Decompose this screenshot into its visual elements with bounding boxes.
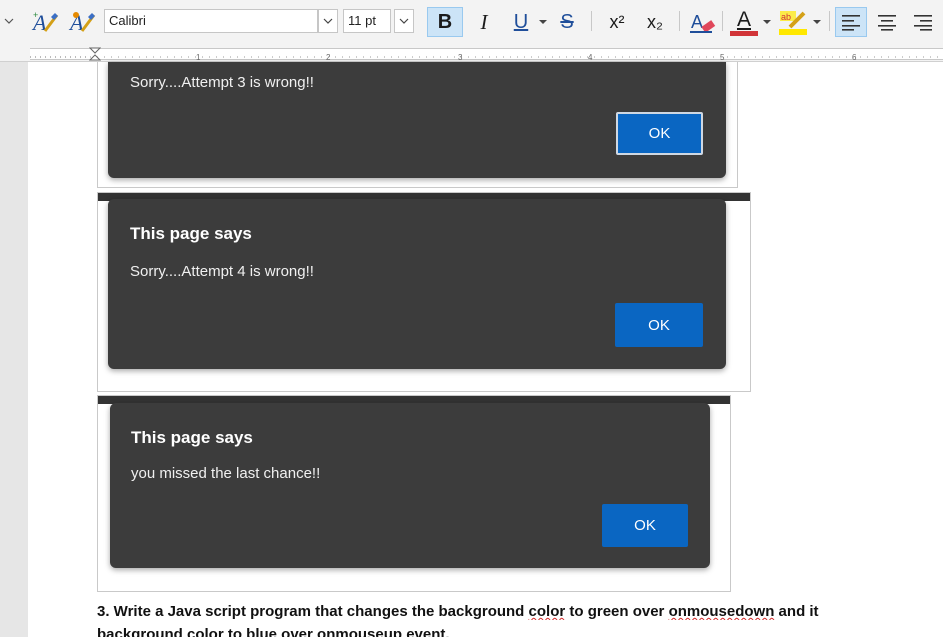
svg-text:ab: ab <box>781 12 791 22</box>
ok-button[interactable]: OK <box>615 303 703 347</box>
question-text: to green over <box>565 603 669 620</box>
ribbon-toolbar: A + A Calibri 11 pt B I U S x² x₂ A A ab <box>0 0 943 46</box>
styles-pane-icon[interactable]: A + <box>30 8 62 36</box>
question-text: background color to blue over onmouseup … <box>97 626 450 637</box>
svg-text:4: 4 <box>588 53 593 62</box>
underline-button[interactable]: U <box>506 7 536 37</box>
alert-dialog-1: Sorry....Attempt 3 is wrong!! OK <box>108 62 726 178</box>
svg-text:1: 1 <box>196 53 201 62</box>
font-size-combo[interactable]: 11 pt <box>343 9 391 33</box>
font-name-combo[interactable]: Calibri <box>104 9 318 33</box>
chevron-down-icon[interactable] <box>2 13 16 29</box>
dialog-title: This page says <box>131 428 253 447</box>
font-name-value: Calibri <box>109 13 146 28</box>
ruler-strip: 123456 <box>30 48 943 62</box>
align-right-icon[interactable] <box>907 7 939 37</box>
ok-button[interactable]: OK <box>616 112 703 155</box>
ruler-ticks: 123456 <box>30 53 943 62</box>
font-color-button[interactable]: A <box>727 6 761 38</box>
svg-text:3: 3 <box>458 53 463 62</box>
question-line-1: 3. Write a Java script program that chan… <box>97 603 943 620</box>
align-center-icon[interactable] <box>871 7 903 37</box>
dialog-message: you missed the last chance!! <box>131 465 321 482</box>
question-line-2: background color to blue over onmouseup … <box>97 626 943 637</box>
question-text: and it <box>774 603 819 620</box>
align-left-icon[interactable] <box>835 7 867 37</box>
ok-button[interactable]: OK <box>602 504 688 547</box>
chevron-down-icon <box>399 18 409 24</box>
highlight-icon[interactable]: ab <box>775 6 811 38</box>
eraser-icon[interactable]: A <box>686 7 718 37</box>
highlight-dropdown-icon[interactable] <box>811 13 823 31</box>
font-name-dropdown-button[interactable] <box>318 9 338 33</box>
strikethrough-button[interactable]: S <box>553 7 581 37</box>
left-margin <box>0 62 28 637</box>
font-size-dropdown-button[interactable] <box>394 9 414 33</box>
svg-text:6: 6 <box>852 53 857 62</box>
font-color-dropdown-icon[interactable] <box>761 13 773 31</box>
bold-button[interactable]: B <box>427 7 463 37</box>
spellcheck-word: color <box>528 603 566 620</box>
chevron-down-icon <box>323 18 333 24</box>
underline-dropdown-icon[interactable] <box>536 13 550 31</box>
svg-text:+: + <box>33 10 38 20</box>
font-color-swatch <box>730 30 758 36</box>
clear-format-icon[interactable]: A <box>67 8 99 36</box>
subscript-button[interactable]: x₂ <box>638 7 672 37</box>
dialog-message: Sorry....Attempt 3 is wrong!! <box>130 74 314 91</box>
alert-dialog-3: This page says you missed the last chanc… <box>110 403 710 568</box>
alert-dialog-2: This page says Sorry....Attempt 4 is wro… <box>108 199 726 369</box>
dialog-message: Sorry....Attempt 4 is wrong!! <box>130 263 314 280</box>
svg-text:A: A <box>691 12 703 32</box>
horizontal-ruler[interactable]: 123456 <box>0 46 943 62</box>
superscript-button[interactable]: x² <box>600 7 634 37</box>
font-size-value: 11 pt <box>348 13 376 28</box>
spellcheck-word: onmousedown <box>668 603 775 620</box>
question-text: 3. Write a Java script program that chan… <box>97 603 529 620</box>
italic-button[interactable]: I <box>468 7 500 37</box>
dialog-title: This page says <box>130 224 252 243</box>
